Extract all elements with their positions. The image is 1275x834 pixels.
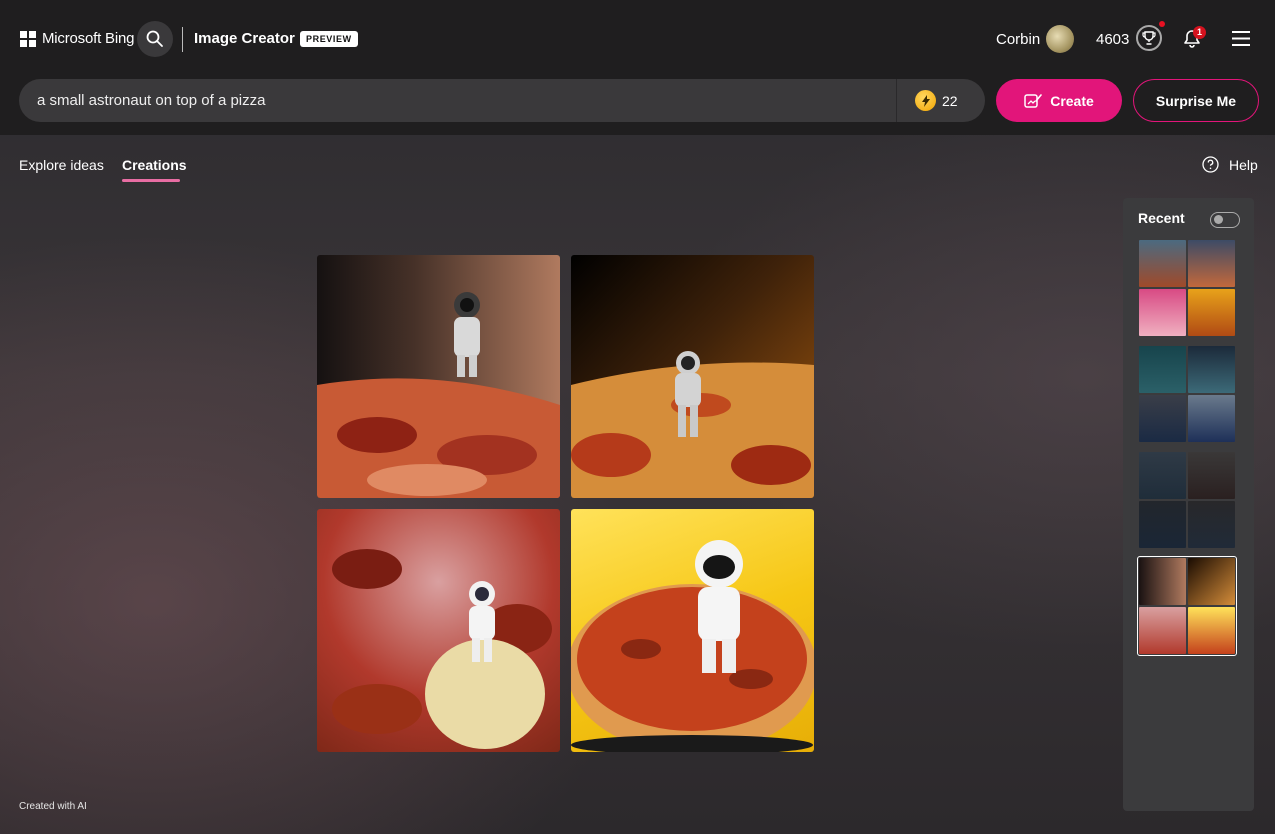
generated-image-4[interactable]	[571, 509, 814, 752]
user-name[interactable]: Corbin	[996, 31, 1040, 48]
recent-set-4-selected[interactable]	[1137, 556, 1237, 656]
search-button[interactable]	[137, 21, 173, 57]
header-divider	[182, 27, 183, 52]
avatar[interactable]	[1046, 25, 1074, 53]
create-icon	[1024, 93, 1043, 108]
recent-thumb	[1188, 240, 1235, 287]
generated-image-1[interactable]	[317, 255, 560, 498]
top-bar: Microsoft Bing Image Creator PREVIEW Cor…	[0, 0, 1275, 135]
recent-thumb	[1139, 240, 1186, 287]
generated-image-3[interactable]	[317, 509, 560, 752]
recent-thumb	[1188, 607, 1235, 654]
help-icon	[1202, 156, 1219, 173]
generated-image-2[interactable]	[571, 255, 814, 498]
notification-count-badge: 1	[1193, 26, 1206, 39]
rewards-alert-dot	[1159, 21, 1165, 27]
tab-explore-ideas[interactable]: Explore ideas	[19, 157, 104, 173]
hamburger-menu-icon	[1232, 31, 1250, 46]
create-button-label: Create	[1050, 92, 1094, 109]
active-tab-indicator	[122, 179, 180, 182]
recent-thumb	[1139, 395, 1186, 442]
recent-thumb	[1139, 452, 1186, 499]
tab-creations[interactable]: Creations	[122, 157, 187, 173]
recent-thumb	[1139, 346, 1186, 393]
prompt-bar: 22	[19, 79, 985, 122]
boost-divider	[896, 79, 897, 122]
recent-thumb	[1139, 607, 1186, 654]
recent-set-1[interactable]	[1139, 240, 1235, 336]
recent-thumb	[1139, 501, 1186, 548]
recent-title: Recent	[1138, 210, 1185, 226]
recent-thumb	[1188, 501, 1235, 548]
app-title[interactable]: Image Creator	[194, 30, 295, 47]
create-button[interactable]: Create	[996, 79, 1122, 122]
recent-thumb	[1188, 289, 1235, 336]
recent-thumb	[1139, 289, 1186, 336]
boost-count: 22	[942, 93, 958, 109]
recent-thumb	[1188, 346, 1235, 393]
recent-thumb	[1188, 558, 1235, 605]
brand-name: Microsoft Bing	[42, 30, 135, 47]
recent-panel: Recent	[1123, 198, 1254, 811]
boost-coin-icon[interactable]	[915, 90, 936, 111]
preview-badge: PREVIEW	[300, 31, 358, 47]
surprise-me-button[interactable]: Surprise Me	[1133, 79, 1259, 122]
recent-thumb	[1188, 452, 1235, 499]
recent-set-3[interactable]	[1139, 452, 1235, 548]
recent-toggle[interactable]	[1210, 212, 1240, 228]
created-with-ai-note: Created with AI	[19, 801, 87, 812]
recent-thumb	[1139, 558, 1186, 605]
microsoft-logo-icon	[20, 30, 36, 47]
recent-thumb	[1188, 395, 1235, 442]
help-label: Help	[1229, 156, 1258, 173]
prompt-input[interactable]	[37, 79, 895, 122]
help-link[interactable]: Help	[1202, 156, 1258, 173]
rewards-points[interactable]: 4603	[1096, 31, 1129, 48]
rewards-trophy-icon[interactable]	[1136, 25, 1162, 51]
search-icon	[146, 30, 163, 47]
bing-logo[interactable]: Microsoft Bing	[20, 30, 134, 47]
menu-button[interactable]	[1232, 31, 1250, 51]
recent-set-2[interactable]	[1139, 346, 1235, 442]
